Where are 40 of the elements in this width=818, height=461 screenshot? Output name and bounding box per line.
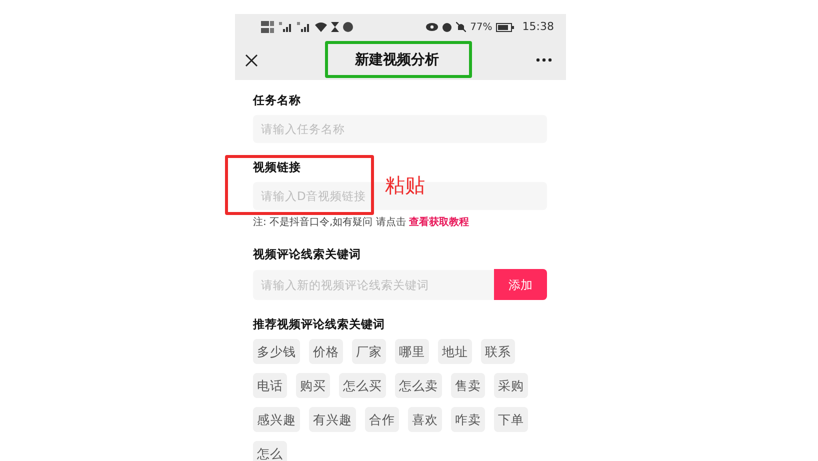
keyword-tag[interactable]: 感兴趣: [253, 407, 300, 432]
keyword-tag[interactable]: 下单: [494, 407, 528, 432]
hourglass-icon: [331, 22, 339, 32]
keyword-tag[interactable]: 地址: [438, 339, 472, 364]
keyword-tag[interactable]: 多少钱: [253, 339, 300, 364]
keyword-tag[interactable]: 联系: [481, 339, 515, 364]
keyword-tag[interactable]: 怎么买: [339, 373, 386, 398]
wifi-icon: [315, 22, 327, 32]
field-label: 视频链接: [253, 159, 302, 175]
keyword-tag[interactable]: 采购: [494, 373, 528, 398]
battery-percentage: 77%: [470, 20, 492, 34]
tutorial-link[interactable]: 查看获取教程: [409, 217, 470, 228]
page-title: 新建视频分析: [355, 50, 439, 70]
input-field[interactable]: 请输入任务名称: [253, 115, 547, 143]
keyword-tag[interactable]: 怎么卖: [395, 373, 442, 398]
battery-icon: [496, 22, 514, 32]
section-label: 推荐视频评论线索关键词: [253, 316, 386, 332]
keyword-tag[interactable]: 哪里: [395, 339, 429, 364]
add-button[interactable]: 添加: [494, 269, 547, 300]
keyword-tag[interactable]: 价格: [309, 339, 343, 364]
signal-icon: [279, 22, 293, 32]
keyword-tag[interactable]: 怎么: [253, 441, 287, 461]
keyword-tag[interactable]: 电话: [253, 373, 287, 398]
keyword-tag[interactable]: 合作: [365, 407, 399, 432]
more-options-icon[interactable]: [536, 58, 552, 62]
keyword-tag[interactable]: 厂家: [352, 339, 386, 364]
signal-icon: [297, 22, 311, 32]
field-label: 视频评论线索关键词: [253, 246, 362, 262]
field-label: 任务名称: [253, 92, 302, 108]
keyword-tag[interactable]: 咋卖: [451, 407, 485, 432]
keyword-input-field[interactable]: 请输入新的视频评论线索关键词: [253, 270, 494, 300]
keyword-tag[interactable]: 售卖: [451, 373, 485, 398]
eye-icon: [426, 23, 438, 31]
keyword-tag[interactable]: 有兴趣: [309, 407, 356, 432]
keyword-tag[interactable]: 喜欢: [408, 407, 442, 432]
clock-time: 15:38: [522, 18, 554, 35]
mute-icon: [456, 22, 466, 32]
note-text: 注: 不是抖音口令,如有疑问 请点击 查看获取教程: [253, 216, 470, 230]
close-icon[interactable]: [245, 54, 258, 66]
keyword-tag[interactable]: 购买: [296, 373, 330, 398]
